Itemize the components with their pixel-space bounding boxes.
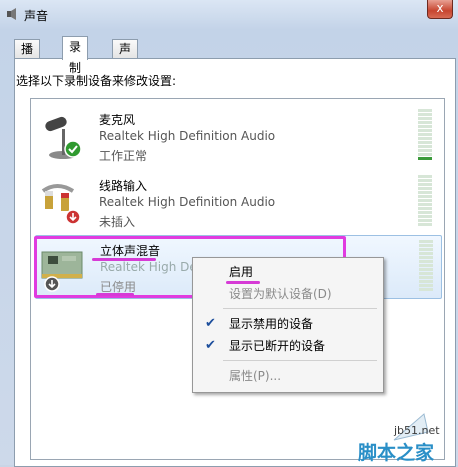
menu-item-label: 显示禁用的设备 (229, 317, 314, 331)
window-title: 声音 (24, 9, 49, 23)
menu-item-enable[interactable]: 启用 (195, 262, 379, 282)
sound-dialog: 声音 x 播放 录制 声音 选择以下录制设备来修改设置: 麦克风 Realtek… (0, 0, 458, 467)
menu-item-label: 显示已断开的设备 (229, 339, 326, 353)
microphone-icon (45, 116, 82, 159)
menu-item-label: 启用 (229, 265, 254, 279)
checkmark-icon: ✔ (205, 338, 216, 353)
menu-separator (223, 360, 377, 361)
annotation-underline (96, 293, 134, 296)
annotation-underline (92, 258, 156, 261)
menu-item-show-disabled[interactable]: ✔ 显示禁用的设备 (195, 314, 379, 334)
device-microphone[interactable]: 麦克风 Realtek High Definition Audio 工作正常 (35, 105, 440, 167)
device-driver: Realtek High Definition Audio (99, 129, 276, 143)
menu-item-label: 设置为默认设备(D) (229, 287, 332, 301)
level-meter (419, 240, 433, 294)
checkmark-icon: ✔ (205, 316, 216, 331)
menu-item-show-disconnected[interactable]: ✔ 显示已断开的设备 (195, 336, 379, 356)
tab-playback[interactable]: 播放 (14, 39, 41, 75)
watermark-url: jb51.net (394, 424, 440, 437)
watermark-text: 脚本之家 (358, 442, 435, 464)
level-meter (418, 175, 432, 229)
device-driver: Realtek High Definition Audio (99, 195, 276, 209)
menu-item-set-default[interactable]: 设置为默认设备(D) (195, 284, 379, 304)
tab-recording[interactable]: 录制 (62, 36, 89, 75)
menu-separator (223, 308, 377, 309)
line-in-cable-icon (41, 184, 81, 225)
menu-item-label: 属性(P)... (229, 369, 282, 383)
device-line-in[interactable]: 线路输入 Realtek High Definition Audio 未插入 (35, 171, 440, 233)
speaker-icon (7, 8, 16, 20)
tab-sounds[interactable]: 声音 (112, 39, 139, 75)
menu-item-properties[interactable]: 属性(P)... (195, 366, 379, 386)
device-name: 线路输入 (99, 179, 148, 193)
device-status: 未插入 (99, 215, 136, 229)
device-status: 工作正常 (99, 149, 148, 163)
title-bar: 声音 x (0, 0, 458, 30)
context-menu: 启用 设置为默认设备(D) ✔ 显示禁用的设备 ✔ 显示已断开的设备 属性(P)… (192, 257, 384, 393)
level-meter (418, 109, 432, 163)
close-button[interactable]: x (427, 0, 453, 19)
instruction-text: 选择以下录制设备来修改设置: (16, 74, 177, 88)
device-name: 麦克风 (99, 113, 136, 127)
